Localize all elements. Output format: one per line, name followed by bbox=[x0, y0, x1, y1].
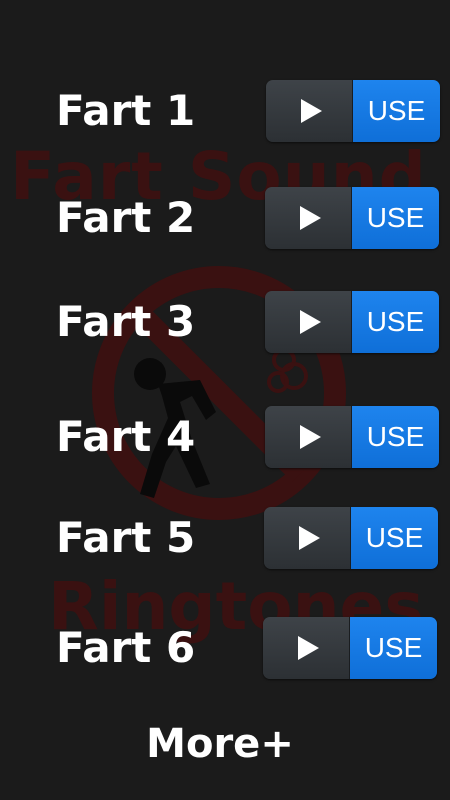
use-button[interactable]: USE bbox=[352, 187, 439, 249]
use-button[interactable]: USE bbox=[353, 80, 440, 142]
play-icon bbox=[300, 99, 322, 123]
use-button[interactable]: USE bbox=[351, 507, 438, 569]
play-button[interactable] bbox=[266, 80, 353, 142]
sound-label: Fart 6 bbox=[56, 623, 196, 672]
sound-label: Fart 4 bbox=[56, 412, 196, 461]
use-button[interactable]: USE bbox=[350, 617, 437, 679]
sound-label: Fart 1 bbox=[56, 86, 196, 135]
use-button[interactable]: USE bbox=[352, 291, 439, 353]
sound-controls: USE bbox=[265, 291, 439, 353]
sound-row-3: Fart 3 USE bbox=[0, 291, 450, 355]
sound-controls: USE bbox=[265, 406, 439, 468]
play-icon bbox=[299, 310, 321, 334]
sound-controls: USE bbox=[266, 80, 440, 142]
play-button[interactable] bbox=[265, 406, 352, 468]
play-icon bbox=[297, 636, 319, 660]
app-screen: Fart Sound Ringtones Fart 1 USE Fart 2 U… bbox=[0, 0, 450, 800]
play-icon bbox=[299, 425, 321, 449]
sound-row-6: Fart 6 USE bbox=[0, 617, 450, 681]
use-button[interactable]: USE bbox=[352, 406, 439, 468]
more-link[interactable]: More+ bbox=[0, 718, 440, 770]
play-button[interactable] bbox=[265, 291, 352, 353]
sound-row-5: Fart 5 USE bbox=[0, 507, 450, 571]
sound-controls: USE bbox=[263, 617, 437, 679]
play-button[interactable] bbox=[264, 507, 351, 569]
play-button[interactable] bbox=[263, 617, 350, 679]
play-icon bbox=[298, 526, 320, 550]
play-button[interactable] bbox=[265, 187, 352, 249]
sound-controls: USE bbox=[265, 187, 439, 249]
sound-row-2: Fart 2 USE bbox=[0, 187, 450, 251]
sound-label: Fart 5 bbox=[56, 513, 196, 562]
sound-label: Fart 3 bbox=[56, 297, 196, 346]
sound-row-1: Fart 1 USE bbox=[0, 80, 450, 144]
sound-row-4: Fart 4 USE bbox=[0, 406, 450, 470]
sound-label: Fart 2 bbox=[56, 193, 196, 242]
sound-controls: USE bbox=[264, 507, 438, 569]
play-icon bbox=[299, 206, 321, 230]
